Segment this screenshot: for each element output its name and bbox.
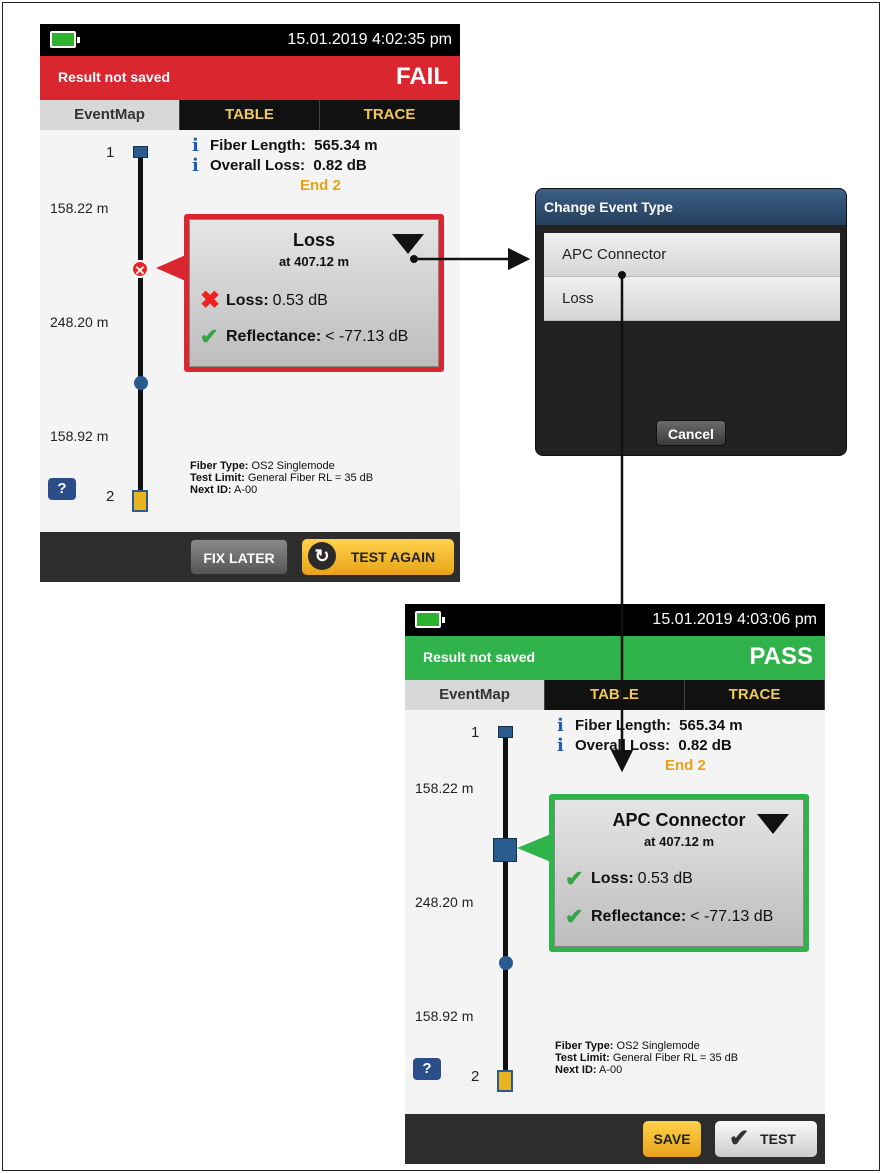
- flow-arrows: [410, 247, 634, 773]
